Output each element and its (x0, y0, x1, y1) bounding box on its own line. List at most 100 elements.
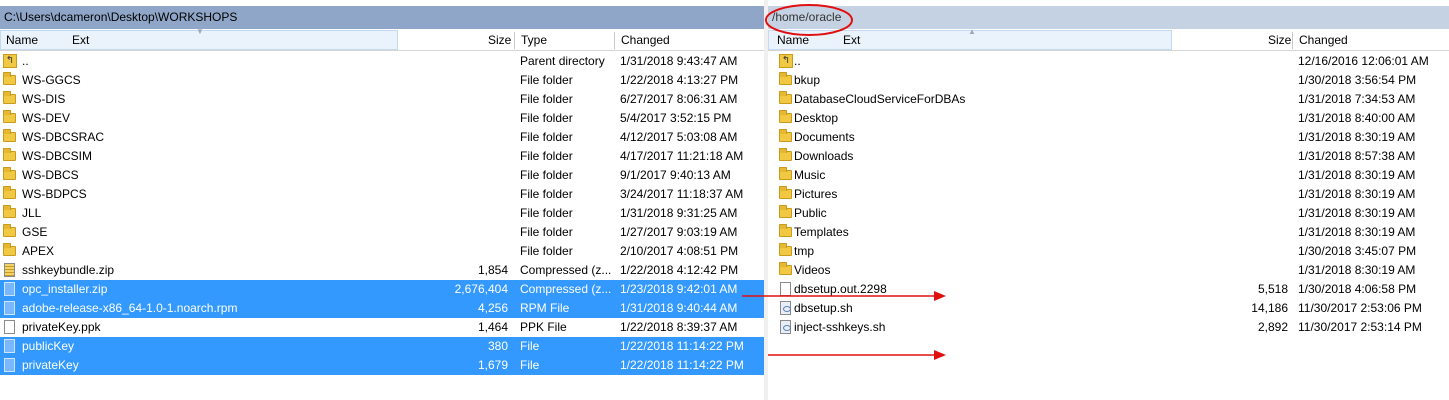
file-name: opc_installer.zip (22, 282, 108, 296)
file-type: File (520, 358, 540, 372)
file-row[interactable]: WS-DEV File folder 5/4/2017 3:52:15 PM (0, 109, 764, 128)
column-ext[interactable]: Ext (72, 30, 89, 50)
file-name: DatabaseCloudServiceForDBAs (794, 92, 966, 106)
remote-path-bar[interactable]: /home/oracle (768, 6, 1449, 29)
file-name: Documents (794, 130, 855, 144)
column-size[interactable]: Size (1268, 30, 1291, 50)
file-size: 1,854 (477, 263, 508, 277)
column-changed[interactable]: Changed (1299, 30, 1348, 50)
file-row[interactable]: Public 1/31/2018 8:30:19 AM (768, 204, 1449, 223)
file-row[interactable]: GSE File folder 1/27/2017 9:03:19 AM (0, 223, 764, 242)
file-changed: 1/30/2018 3:45:07 PM (1298, 244, 1417, 258)
file-name: Pictures (794, 187, 838, 201)
column-size[interactable]: Size (488, 30, 511, 50)
file-size (440, 242, 508, 261)
file-type: File folder (520, 73, 573, 87)
file-size (1208, 109, 1288, 128)
file-row[interactable]: ↰.. 12/16/2016 12:06:01 AM (768, 52, 1449, 71)
file-row[interactable]: privateKey.ppk 1,464 PPK File 1/22/2018 8:3… (0, 318, 764, 337)
file-changed: 11/30/2017 2:53:14 PM (1298, 320, 1422, 334)
file-row[interactable]: Downloads 1/31/2018 8:57:38 AM (768, 147, 1449, 166)
file-type: File folder (520, 149, 573, 163)
file-name: Templates (794, 225, 849, 239)
file-name: WS-DBCS (22, 168, 79, 182)
file-name: WS-DBCSIM (22, 149, 92, 163)
folder-icon (3, 224, 16, 237)
folder-icon (779, 91, 792, 104)
folder-icon (3, 129, 16, 142)
file-type: File folder (520, 92, 573, 106)
file-row[interactable]: WS-DBCS File folder 9/1/2017 9:40:13 AM (0, 166, 764, 185)
file-row[interactable]: Templates 1/31/2018 8:30:19 AM (768, 223, 1449, 242)
folder-icon (779, 186, 792, 199)
file-changed: 1/22/2018 11:14:22 PM (620, 358, 744, 372)
file-changed: 1/30/2018 3:56:54 PM (1298, 73, 1417, 87)
file-row[interactable]: Documents 1/31/2018 8:30:19 AM (768, 128, 1449, 147)
folder-icon (779, 243, 792, 256)
file-row[interactable]: Music 1/31/2018 8:30:19 AM (768, 166, 1449, 185)
file-name: WS-DIS (22, 92, 66, 106)
file-row[interactable]: Videos 1/31/2018 8:30:19 AM (768, 261, 1449, 280)
file-row[interactable]: adobe-release-x86_64-1.0-1.noarch.rpm 4,2… (0, 299, 764, 318)
file-name: tmp (794, 244, 815, 258)
file-row[interactable]: sshkeybundle.zip 1,854 Compressed (z... 1/2… (0, 261, 764, 280)
file-type: File folder (520, 225, 573, 239)
path-highlight-circle (765, 4, 853, 36)
file-row[interactable]: Desktop 1/31/2018 8:40:00 AM (768, 109, 1449, 128)
file-changed: 1/31/2018 8:57:38 AM (1298, 149, 1416, 163)
file-row[interactable]: bkup 1/30/2018 3:56:54 PM (768, 71, 1449, 90)
local-file-panel[interactable]: C:\Users\dcameron\Desktop\WORKSHOPS ▼ Na… (0, 0, 764, 400)
file-row[interactable]: tmp 1/30/2018 3:45:07 PM (768, 242, 1449, 261)
file-icon (4, 358, 15, 372)
file-row[interactable]: WS-GGCS File folder 1/22/2018 4:13:27 PM (0, 71, 764, 90)
file-size (1208, 185, 1288, 204)
column-divider[interactable] (514, 32, 515, 49)
file-row[interactable]: JLL File folder 1/31/2018 9:31:25 AM (0, 204, 764, 223)
folder-icon (3, 148, 16, 161)
file-type: PPK File (520, 320, 567, 334)
file-row[interactable]: WS-DBCSIM File folder 4/17/2017 11:21:18 A… (0, 147, 764, 166)
file-changed: 1/30/2018 4:06:58 PM (1298, 282, 1417, 296)
file-changed: 1/22/2018 8:39:37 AM (620, 320, 738, 334)
file-row[interactable]: WS-DIS File folder 6/27/2017 8:06:31 AM (0, 90, 764, 109)
file-row[interactable]: ↰.. Parent directory 1/31/2018 9:43:47 AM (0, 52, 764, 71)
file-changed: 1/31/2018 8:30:19 AM (1298, 206, 1416, 220)
file-size: 4,256 (477, 301, 508, 315)
file-size: 1,679 (477, 358, 508, 372)
file-name: JLL (22, 206, 42, 220)
file-size (440, 71, 508, 90)
file-name: Downloads (794, 149, 854, 163)
file-name: adobe-release-x86_64-1.0-1.noarch.rpm (22, 301, 238, 315)
folder-icon (3, 91, 16, 104)
file-size (440, 90, 508, 109)
file-size (1208, 261, 1288, 280)
file-size (1208, 242, 1288, 261)
file-changed: 4/17/2017 11:21:18 AM (620, 149, 744, 163)
file-row[interactable]: privateKey 1,679 File 1/22/2018 11:14:22 PM (0, 356, 764, 375)
file-row[interactable]: WS-BDPCS File folder 3/24/2017 11:18:37 AM (0, 185, 764, 204)
column-name[interactable]: Name (6, 30, 38, 50)
folder-icon (779, 148, 792, 161)
folder-icon (3, 186, 16, 199)
column-divider[interactable] (614, 32, 615, 49)
file-name: WS-DBCSRAC (22, 130, 105, 144)
column-changed[interactable]: Changed (621, 30, 670, 50)
file-size: 1,464 (477, 320, 508, 334)
file-type: File folder (520, 130, 573, 144)
folder-icon (3, 205, 16, 218)
column-type[interactable]: Type (521, 30, 547, 50)
column-divider[interactable] (1292, 32, 1293, 49)
file-row[interactable]: Pictures 1/31/2018 8:30:19 AM (768, 185, 1449, 204)
file-row[interactable]: DatabaseCloudServiceForDBAs 1/31/2018 7:3… (768, 90, 1449, 109)
file-name: privateKey.ppk (22, 320, 101, 334)
file-row[interactable]: APEX File folder 2/10/2017 4:08:51 PM (0, 242, 764, 261)
folder-icon (779, 224, 792, 237)
file-changed: 3/24/2017 11:18:37 AM (620, 187, 744, 201)
file-row[interactable]: opc_installer.zip 2,676,404 Compressed (z.… (0, 280, 764, 299)
file-size (1208, 71, 1288, 90)
local-path-bar[interactable]: C:\Users\dcameron\Desktop\WORKSHOPS (0, 6, 764, 29)
file-name: GSE (22, 225, 48, 239)
file-changed: 1/22/2018 4:12:42 PM (620, 263, 739, 277)
file-row[interactable]: WS-DBCSRAC File folder 4/12/2017 5:03:08 A… (0, 128, 764, 147)
file-row[interactable]: publicKey 380 File 1/22/2018 11:14:22 PM (0, 337, 764, 356)
